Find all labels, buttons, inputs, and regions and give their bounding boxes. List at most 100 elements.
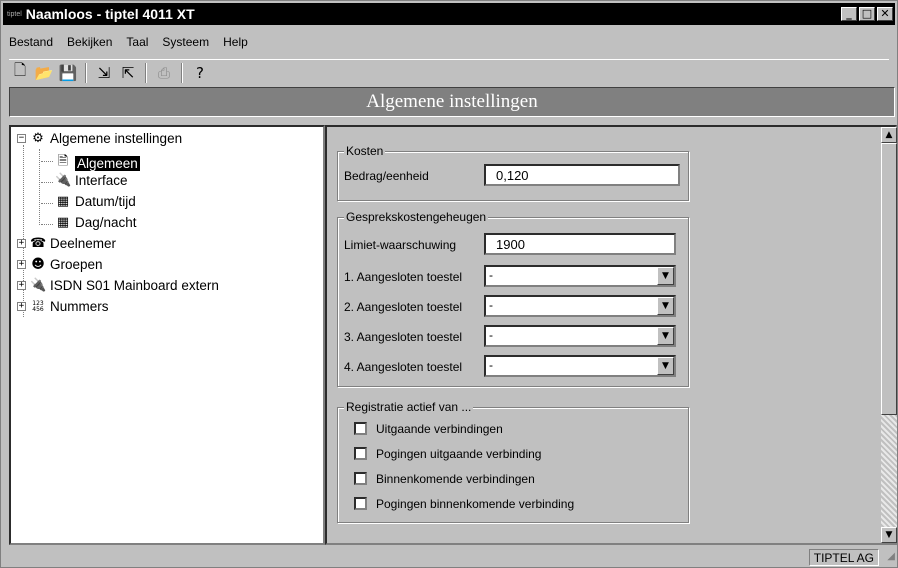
dropdown-arrow-icon[interactable]: ▼ bbox=[657, 297, 674, 315]
plug-icon: 🔌 bbox=[30, 278, 47, 293]
toestel-2-label: 2. Aangesloten toestel bbox=[344, 300, 463, 314]
tree-label: Groepen bbox=[50, 257, 103, 272]
window-title: Naamloos - tiptel 4011 XT bbox=[25, 6, 195, 22]
scroll-down-icon[interactable]: ▼ bbox=[881, 527, 897, 543]
geheugen-legend: Gesprekskostengeheugen bbox=[344, 210, 489, 224]
plug-icon: 🔌 bbox=[55, 173, 72, 188]
tree-item-dag-nacht[interactable]: ▦ Dag/nacht bbox=[55, 215, 137, 230]
toestel-2-select[interactable]: - ▼ bbox=[484, 295, 676, 317]
app-window: tiptel Naamloos - tiptel 4011 XT _ □ ✕ B… bbox=[0, 0, 898, 568]
new-icon[interactable]: 🗋 bbox=[9, 61, 31, 84]
checkbox-pogingen-binnenkomende[interactable] bbox=[354, 497, 367, 510]
menu-bestand[interactable]: Bestand bbox=[7, 35, 55, 55]
checkbox-pogingen-uitgaande[interactable] bbox=[354, 447, 367, 460]
expand-icon[interactable]: + bbox=[17, 260, 26, 269]
expand-icon[interactable]: + bbox=[17, 239, 26, 248]
save-icon[interactable]: 💾 bbox=[57, 62, 79, 84]
status-company: TIPTEL AG bbox=[808, 549, 879, 566]
tree-label: ISDN S01 Mainboard extern bbox=[50, 278, 219, 293]
expand-icon[interactable]: + bbox=[17, 281, 26, 290]
kosten-legend: Kosten bbox=[344, 144, 386, 158]
tree-label: Datum/tijd bbox=[75, 194, 136, 209]
toolbar: 🗋 📂 💾 ⇲ ⇱ ⎙ ? bbox=[9, 59, 889, 85]
toolbar-separator bbox=[181, 62, 183, 83]
bedrag-label: Bedrag/eenheid bbox=[344, 169, 429, 183]
toestel-2-value: - bbox=[489, 298, 493, 312]
toestel-1-value: - bbox=[489, 268, 493, 282]
help-icon[interactable]: ? bbox=[189, 62, 211, 84]
registratie-group: Registratie actief van ... Uitgaande ver… bbox=[337, 400, 689, 523]
scroll-thumb[interactable] bbox=[881, 143, 897, 415]
tree-item-nummers[interactable]: + 123 456 Nummers bbox=[17, 299, 109, 314]
tree-label: Algemeen bbox=[75, 155, 140, 171]
resize-grip-icon[interactable]: ◢ bbox=[887, 551, 895, 562]
app-icon: tiptel bbox=[7, 10, 22, 18]
menu-taal[interactable]: Taal bbox=[124, 35, 150, 55]
toolbar-separator bbox=[145, 62, 147, 83]
geheugen-group: Gesprekskostengeheugen Limiet-waarschuwi… bbox=[337, 210, 689, 387]
toestel-4-value: - bbox=[489, 358, 493, 372]
tree-label: Algemene instellingen bbox=[50, 131, 183, 146]
menu-bar: Bestand Bekijken Taal Systeem Help bbox=[3, 35, 250, 55]
label-pogingen-binnenkomende[interactable]: Pogingen binnenkomende verbinding bbox=[376, 497, 574, 511]
expand-icon[interactable]: + bbox=[17, 302, 26, 311]
settings-panel: Kosten Bedrag/eenheid 0,120 Gesprekskost… bbox=[325, 125, 897, 545]
scroll-up-icon[interactable]: ▲ bbox=[881, 127, 897, 143]
checkbox-binnenkomende[interactable] bbox=[354, 472, 367, 485]
phone-icon: ☎ bbox=[30, 236, 47, 251]
tree-item-algemene-instellingen[interactable]: − ⚙ Algemene instellingen bbox=[17, 131, 182, 146]
dropdown-arrow-icon[interactable]: ▼ bbox=[657, 357, 674, 375]
settings-person-icon: ⚙ bbox=[32, 131, 44, 146]
toestel-3-value: - bbox=[489, 328, 493, 342]
tree-label: Nummers bbox=[50, 299, 109, 314]
bedrag-input[interactable]: 0,120 bbox=[484, 164, 680, 186]
tree-item-interface[interactable]: 🔌 Interface bbox=[55, 173, 128, 188]
open-icon[interactable]: 📂 bbox=[33, 62, 55, 84]
calendar-icon: ▦ bbox=[56, 194, 70, 209]
tree-label: Interface bbox=[75, 173, 128, 188]
toestel-4-select[interactable]: - ▼ bbox=[484, 355, 676, 377]
kosten-group: Kosten Bedrag/eenheid 0,120 bbox=[337, 144, 689, 201]
toestel-3-label: 3. Aangesloten toestel bbox=[344, 330, 463, 344]
tree-item-algemeen[interactable]: 🗎 Algemeen bbox=[55, 152, 140, 174]
maximize-button[interactable]: □ bbox=[859, 7, 875, 21]
limiet-label: Limiet-waarschuwing bbox=[344, 238, 457, 252]
toestel-1-select[interactable]: - ▼ bbox=[484, 265, 676, 287]
label-binnenkomende[interactable]: Binnenkomende verbindingen bbox=[376, 472, 535, 486]
tree-item-groepen[interactable]: + ☻ Groepen bbox=[17, 257, 103, 272]
numbers-icon: 123 456 bbox=[32, 299, 44, 313]
label-pogingen-uitgaande[interactable]: Pogingen uitgaande verbinding bbox=[376, 447, 541, 461]
upload-icon[interactable]: ⇲ bbox=[93, 62, 115, 84]
toolbar-separator bbox=[85, 62, 87, 83]
label-uitgaande[interactable]: Uitgaande verbindingen bbox=[376, 422, 503, 436]
close-button[interactable]: ✕ bbox=[877, 7, 893, 21]
status-bar: TIPTEL AG ◢ bbox=[1, 547, 897, 567]
vertical-scrollbar[interactable]: ▲ ▼ bbox=[881, 127, 897, 543]
tree-label: Deelnemer bbox=[50, 236, 117, 251]
toestel-4-label: 4. Aangesloten toestel bbox=[344, 360, 463, 374]
tree-item-datum-tijd[interactable]: ▦ Datum/tijd bbox=[55, 194, 136, 209]
title-bar[interactable]: tiptel Naamloos - tiptel 4011 XT _ □ ✕ bbox=[3, 3, 895, 25]
document-icon: 🗎 bbox=[57, 154, 69, 169]
collapse-icon[interactable]: − bbox=[17, 134, 26, 143]
toestel-1-label: 1. Aangesloten toestel bbox=[344, 270, 463, 284]
download-icon[interactable]: ⇱ bbox=[117, 62, 139, 84]
section-header: Algemene instellingen bbox=[9, 87, 895, 117]
tree-label: Dag/nacht bbox=[75, 215, 137, 230]
toestel-3-select[interactable]: - ▼ bbox=[484, 325, 676, 347]
tree-view[interactable]: − ⚙ Algemene instellingen 🗎 Algemeen 🔌 I… bbox=[9, 125, 325, 545]
checkbox-uitgaande[interactable] bbox=[354, 422, 367, 435]
menu-help[interactable]: Help bbox=[221, 35, 250, 55]
registratie-legend: Registratie actief van ... bbox=[344, 400, 474, 414]
menu-bekijken[interactable]: Bekijken bbox=[65, 35, 114, 55]
dropdown-arrow-icon[interactable]: ▼ bbox=[657, 327, 674, 345]
dropdown-arrow-icon[interactable]: ▼ bbox=[657, 267, 674, 285]
section-title: Algemene instellingen bbox=[366, 91, 538, 112]
limiet-input[interactable]: 1900 bbox=[484, 233, 676, 255]
menu-systeem[interactable]: Systeem bbox=[160, 35, 211, 55]
calendar-icon: ▦ bbox=[56, 215, 70, 230]
print-icon[interactable]: ⎙ bbox=[153, 62, 175, 84]
minimize-button[interactable]: _ bbox=[841, 7, 857, 21]
tree-item-deelnemer[interactable]: + ☎ Deelnemer bbox=[17, 236, 116, 251]
tree-item-isdn[interactable]: + 🔌 ISDN S01 Mainboard extern bbox=[17, 278, 219, 293]
